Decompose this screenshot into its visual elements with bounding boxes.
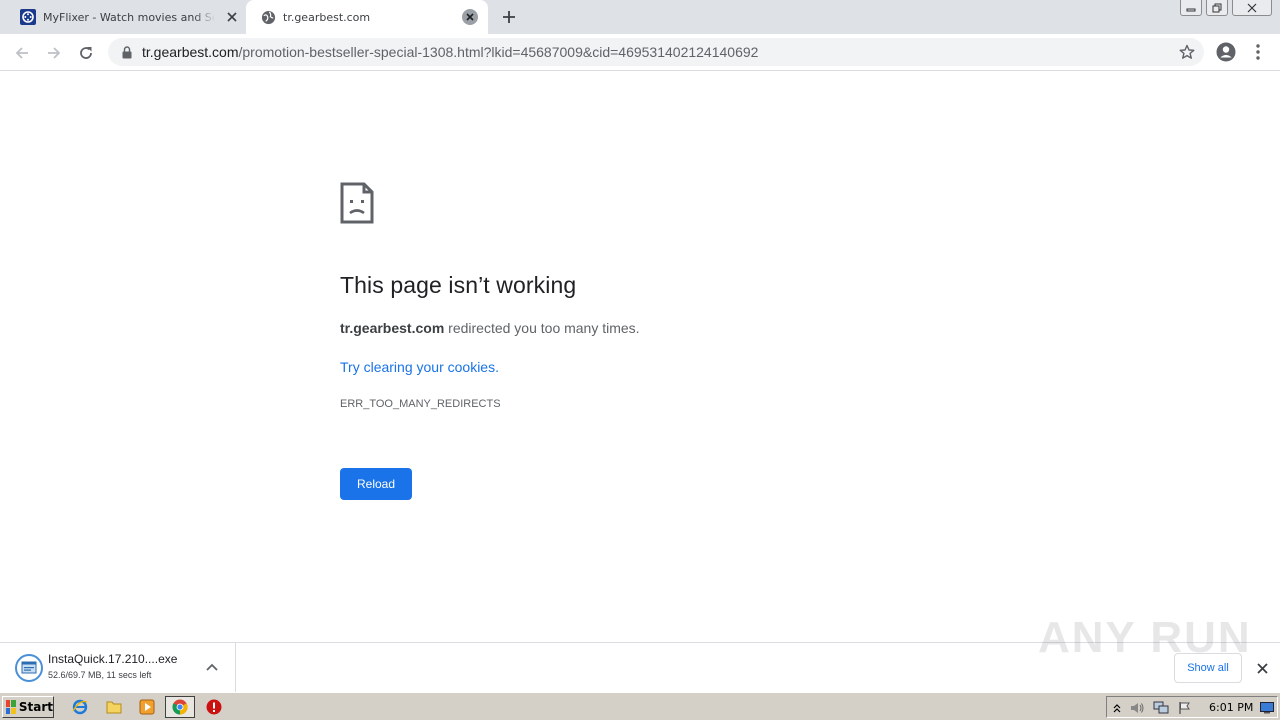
download-item[interactable]: InstaQuick.17.210....exe 52.6/69.7 MB, 1… — [0, 643, 236, 693]
action-center-flag-icon[interactable] — [1177, 700, 1193, 716]
folder-icon[interactable] — [104, 697, 124, 717]
chevron-up-icon[interactable] — [204, 659, 220, 675]
arrow-left-icon — [15, 47, 28, 59]
url-host: tr.gearbest.com — [142, 44, 239, 60]
volume-icon[interactable] — [1129, 700, 1145, 716]
url-path: /promotion-bestseller-special-1308.html?… — [238, 44, 759, 60]
opera-stop-icon[interactable] — [204, 697, 224, 717]
error-host: tr.gearbest.com — [340, 320, 445, 336]
show-desktop-icon[interactable] — [1259, 700, 1275, 716]
minimize-button[interactable] — [1180, 0, 1202, 16]
refresh-icon — [80, 47, 92, 59]
sad-page-icon — [340, 182, 374, 224]
tab-myflixer[interactable]: MyFlixer - Watch movies and Series Onlin… — [8, 0, 246, 34]
start-button[interactable]: Start — [2, 696, 54, 718]
myflixer-logo-icon — [20, 9, 36, 25]
windows-taskbar: Start 6:01 PM — [0, 692, 1280, 720]
close-shelf-icon[interactable] — [1254, 660, 1270, 676]
network-icon[interactable] — [1153, 700, 1169, 716]
tab-strip: MyFlixer - Watch movies and Series Onlin… — [0, 0, 1280, 34]
tab-title: tr.gearbest.com — [283, 10, 371, 24]
restore-button[interactable] — [1206, 0, 1228, 16]
error-title: This page isn’t working — [340, 272, 577, 298]
download-file-name: InstaQuick.17.210....exe — [48, 652, 178, 666]
close-tab-icon[interactable] — [224, 9, 240, 25]
reload-toolbar-button[interactable] — [73, 40, 99, 66]
close-window-button[interactable] — [1232, 0, 1272, 16]
reload-button[interactable]: Reload — [340, 468, 412, 500]
error-description-rest: redirected you too many times. — [444, 320, 640, 336]
back-button[interactable] — [9, 40, 35, 66]
media-player-icon[interactable] — [137, 697, 157, 717]
menu-kebab-icon[interactable] — [1248, 40, 1268, 64]
window-controls — [1180, 0, 1272, 16]
chevron-up-icon[interactable] — [1109, 700, 1125, 716]
address-bar[interactable]: tr.gearbest.com/promotion-bestseller-spe… — [108, 38, 1204, 66]
taskbar-clock: 6:01 PM — [1209, 701, 1254, 714]
lock-icon[interactable] — [120, 44, 134, 60]
globe-icon — [260, 9, 276, 25]
exe-file-icon — [15, 654, 43, 682]
browser-toolbar: tr.gearbest.com/promotion-bestseller-spe… — [0, 34, 1280, 71]
error-page: This page isn’t working tr.gearbest.com … — [0, 72, 1280, 642]
show-all-button[interactable]: Show all — [1174, 653, 1242, 683]
tab-title: MyFlixer - Watch movies and Series Onlin… — [43, 10, 215, 24]
system-tray: 6:01 PM — [1106, 696, 1278, 718]
profile-avatar-icon[interactable] — [1214, 40, 1238, 64]
download-status: 52.6/69.7 MB, 11 secs left — [48, 670, 152, 680]
tab-gearbest[interactable]: tr.gearbest.com — [246, 0, 488, 34]
new-tab-button[interactable] — [498, 6, 520, 28]
error-description: tr.gearbest.com redirected you too many … — [340, 320, 640, 336]
download-shelf: InstaQuick.17.210....exe 52.6/69.7 MB, 1… — [0, 613, 1280, 693]
internet-explorer-icon[interactable] — [70, 697, 90, 717]
error-code: ERR_TOO_MANY_REDIRECTS — [340, 398, 501, 410]
forward-button[interactable] — [41, 40, 67, 66]
arrow-right-icon — [48, 47, 61, 59]
clear-cookies-link[interactable]: Try clearing your cookies. — [340, 359, 499, 375]
bookmark-star-icon[interactable] — [1178, 43, 1196, 61]
chrome-taskbar-icon[interactable] — [165, 696, 195, 718]
windows-logo-icon — [6, 700, 16, 714]
close-tab-icon[interactable] — [462, 9, 478, 25]
url-text[interactable]: tr.gearbest.com/promotion-bestseller-spe… — [142, 44, 758, 60]
start-label: Start — [18, 700, 53, 714]
